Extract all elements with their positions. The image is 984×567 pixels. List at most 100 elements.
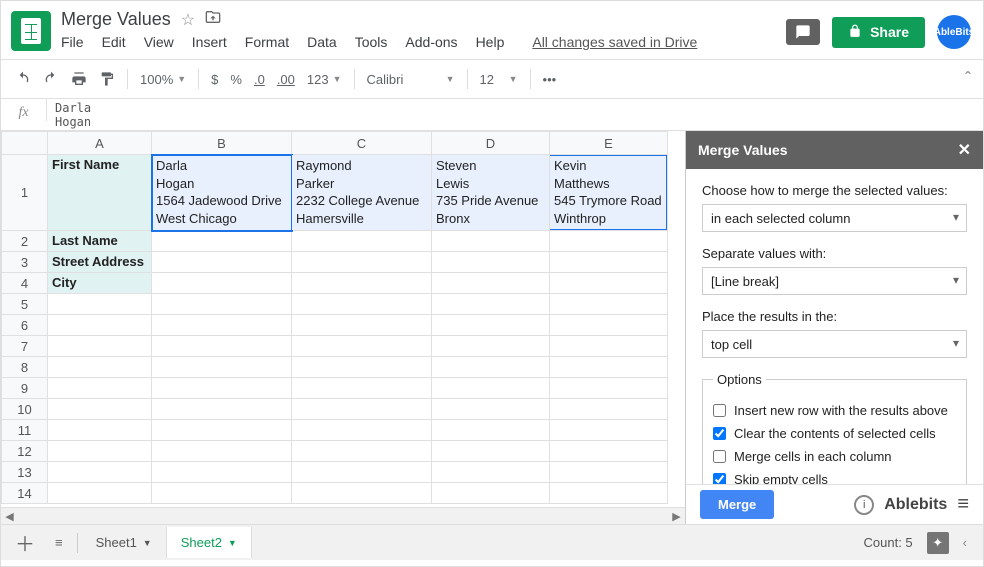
cell-b1[interactable]: Darla Hogan 1564 Jadewood Drive West Chi… [152, 155, 292, 231]
opt-clear-contents[interactable]: Clear the contents of selected cells [713, 426, 956, 441]
menu-file[interactable]: File [61, 34, 84, 50]
opt-skip-empty-checkbox[interactable] [713, 473, 726, 484]
col-header-e[interactable]: E [550, 132, 668, 155]
col-header-c[interactable]: C [292, 132, 432, 155]
more-tools-button[interactable]: ••• [537, 68, 563, 91]
font-family-dropdown[interactable]: Calibri▼ [361, 68, 461, 91]
row-header-6[interactable]: 6 [2, 315, 48, 336]
toolbar: 100%▼ $ % .0 .00 123▼ Calibri▼ 12▼ ••• ˆ [1, 59, 983, 99]
row-header-7[interactable]: 7 [2, 336, 48, 357]
comments-button[interactable] [786, 19, 820, 45]
collapse-toolbar-button[interactable]: ˆ [965, 69, 971, 90]
move-to-folder-icon[interactable] [205, 9, 221, 30]
cell-d2[interactable] [432, 231, 550, 252]
menu-help[interactable]: Help [476, 34, 505, 50]
opt-insert-row-checkbox[interactable] [713, 404, 726, 417]
cell-e1[interactable]: Kevin Matthews 545 Trymore Road Winthrop [550, 155, 668, 231]
save-status[interactable]: All changes saved in Drive [532, 34, 697, 50]
opt-merge-cells[interactable]: Merge cells in each column [713, 449, 956, 464]
horizontal-scrollbar[interactable]: ◀ ▶ [1, 507, 685, 524]
menu-edit[interactable]: Edit [102, 34, 126, 50]
menu-data[interactable]: Data [307, 34, 337, 50]
fx-icon[interactable]: fx [1, 99, 47, 121]
selection-count[interactable]: Count: 5 [864, 535, 913, 550]
sheets-logo[interactable] [11, 11, 51, 51]
menu-format[interactable]: Format [245, 34, 289, 50]
more-formats-dropdown[interactable]: 123▼ [301, 68, 348, 91]
formula-input[interactable]: Darla Hogan [47, 99, 983, 132]
row-header-1[interactable]: 1 [2, 155, 48, 231]
col-header-d[interactable]: D [432, 132, 550, 155]
font-size-dropdown[interactable]: 12▼ [474, 68, 524, 91]
row-header-10[interactable]: 10 [2, 399, 48, 420]
row-header-9[interactable]: 9 [2, 378, 48, 399]
cell-a1[interactable]: First Name [48, 155, 152, 231]
sheet-tab-bar: ＋ ≡ Sheet1▼ Sheet2▼ Count: 5 ✦ ‹ [1, 524, 983, 560]
menu-view[interactable]: View [144, 34, 174, 50]
menu-tools[interactable]: Tools [355, 34, 388, 50]
menu-insert[interactable]: Insert [192, 34, 227, 50]
row-header-13[interactable]: 13 [2, 462, 48, 483]
row-header-12[interactable]: 12 [2, 441, 48, 462]
document-title[interactable]: Merge Values [61, 9, 171, 30]
all-sheets-button[interactable]: ≡ [45, 529, 73, 556]
row-header-4[interactable]: 4 [2, 273, 48, 294]
info-icon[interactable]: i [854, 495, 874, 515]
sidebar-title: Merge Values [698, 142, 788, 158]
scroll-right-icon[interactable]: ▶ [668, 510, 685, 523]
undo-button[interactable] [9, 67, 37, 91]
row-header-11[interactable]: 11 [2, 420, 48, 441]
explore-button[interactable]: ✦ [927, 532, 949, 554]
menu-addons[interactable]: Add-ons [405, 34, 457, 50]
cell-a4[interactable]: City [48, 273, 152, 294]
row-header-14[interactable]: 14 [2, 483, 48, 504]
cell-a2[interactable]: Last Name [48, 231, 152, 252]
opt-skip-empty[interactable]: Skip empty cells [713, 472, 956, 484]
opt-clear-contents-checkbox[interactable] [713, 427, 726, 440]
col-header-a[interactable]: A [48, 132, 152, 155]
share-button[interactable]: Share [832, 17, 925, 48]
separator-select[interactable]: [Line break] [702, 267, 967, 295]
format-currency-button[interactable]: $ [205, 68, 224, 91]
opt-merge-cells-checkbox[interactable] [713, 450, 726, 463]
menu-bar: File Edit View Insert Format Data Tools … [61, 34, 786, 50]
scroll-left-icon[interactable]: ◀ [1, 510, 18, 523]
tab-sheet1[interactable]: Sheet1▼ [82, 527, 167, 558]
paint-format-button[interactable] [93, 67, 121, 91]
options-group: Options Insert new row with the results … [702, 372, 967, 484]
row-header-3[interactable]: 3 [2, 252, 48, 273]
account-avatar[interactable]: AbleBits [937, 15, 971, 49]
col-header-b[interactable]: B [152, 132, 292, 155]
formula-bar: fx Darla Hogan [1, 99, 983, 131]
row-header-5[interactable]: 5 [2, 294, 48, 315]
redo-button[interactable] [37, 67, 65, 91]
place-results-select[interactable]: top cell [702, 330, 967, 358]
merge-how-select[interactable]: in each selected column [702, 204, 967, 232]
row-header-8[interactable]: 8 [2, 357, 48, 378]
add-sheet-button[interactable]: ＋ [5, 522, 45, 563]
separator-label: Separate values with: [702, 246, 967, 261]
cell-e2[interactable] [550, 231, 668, 252]
cell-c2[interactable] [292, 231, 432, 252]
cell-c1[interactable]: Raymond Parker 2232 College Avenue Hamer… [292, 155, 432, 231]
format-percent-button[interactable]: % [224, 68, 248, 91]
increase-decimal-button[interactable]: .00 [271, 68, 301, 91]
cell-b2[interactable] [152, 231, 292, 252]
star-icon[interactable]: ☆ [181, 10, 195, 30]
hamburger-icon[interactable]: ≡ [957, 493, 969, 516]
cell-d1[interactable]: Steven Lewis 735 Pride Avenue Bronx [432, 155, 550, 231]
print-button[interactable] [65, 67, 93, 91]
options-legend: Options [713, 372, 766, 387]
zoom-dropdown[interactable]: 100%▼ [134, 68, 192, 91]
select-all-cell[interactable] [2, 132, 48, 155]
decrease-decimal-button[interactable]: .0 [248, 68, 271, 91]
row-header-2[interactable]: 2 [2, 231, 48, 252]
sidebar-collapse-icon[interactable]: ‹ [963, 535, 967, 550]
merge-button[interactable]: Merge [700, 490, 774, 519]
spreadsheet-grid[interactable]: A B C D E 1 First Name Darla Hogan 1564 … [1, 131, 685, 524]
lock-icon [848, 24, 862, 41]
cell-a3[interactable]: Street Address [48, 252, 152, 273]
opt-insert-row[interactable]: Insert new row with the results above [713, 403, 956, 418]
tab-sheet2[interactable]: Sheet2▼ [167, 527, 252, 558]
close-icon[interactable]: ✕ [958, 140, 971, 160]
